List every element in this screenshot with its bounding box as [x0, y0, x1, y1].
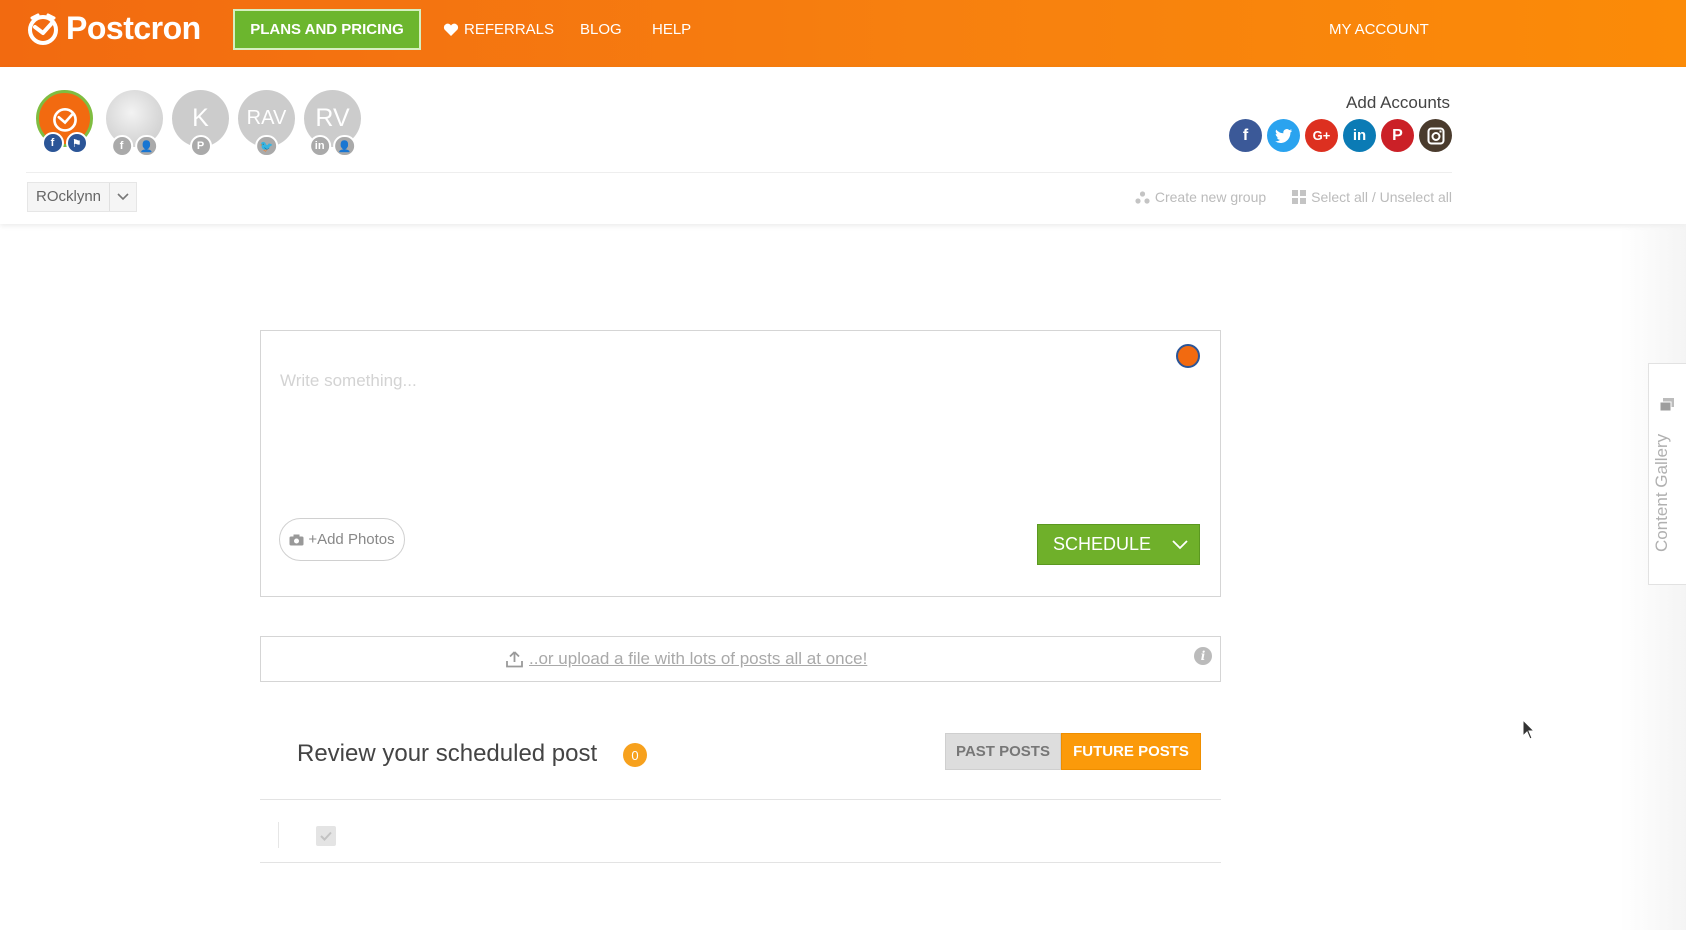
select-all-label: Select all / Unselect all [1311, 189, 1452, 205]
facebook-badge-icon: f [41, 132, 64, 154]
top-navigation-bar: Postcron PLANS AND PRICING REFERRALS BLO… [0, 0, 1686, 67]
chevron-down-icon[interactable] [1161, 539, 1199, 550]
linkedin-badge-icon: in [308, 135, 331, 157]
account-avatar-rav[interactable]: RAV 🐦 [238, 90, 295, 157]
google-plus-icon[interactable]: G+ [1305, 119, 1338, 152]
add-accounts-label: Add Accounts [1346, 93, 1450, 112]
accounts-panel: f ⚑ f 👤 K P RAV 🐦 RV in 👤 Add Accounts f [0, 67, 1686, 224]
post-composer[interactable]: Write something... +Add Photos SCHEDULE [260, 330, 1221, 597]
add-photos-button[interactable]: +Add Photos [279, 518, 405, 561]
scheduled-count-badge: 0 [623, 743, 647, 767]
avatar-network-badges: f 👤 [110, 135, 159, 157]
post-text-input[interactable]: Write something... [280, 371, 417, 391]
tab-past-posts[interactable]: PAST POSTS [945, 733, 1061, 770]
brand-name: Postcron [66, 10, 201, 46]
schedule-label: SCHEDULE [1053, 534, 1152, 554]
review-title: Review your scheduled post [297, 740, 598, 767]
account-avatar-rv[interactable]: RV in 👤 [304, 90, 361, 157]
review-divider [260, 862, 1221, 863]
postcron-logo[interactable]: Postcron [26, 10, 201, 47]
user-profile-icon: 👤 [332, 135, 357, 157]
pinterest-badge-icon: P [189, 135, 212, 157]
select-all-checkbox[interactable] [316, 826, 336, 846]
avatar-network-badges: P [189, 135, 212, 157]
facebook-badge-icon: f [110, 135, 133, 157]
heart-icon [443, 23, 459, 36]
group-icon [1135, 190, 1150, 204]
account-avatar-postcron[interactable]: f ⚑ [36, 90, 93, 154]
bulk-upload-label: ..or upload a file with lots of posts al… [529, 649, 868, 668]
account-avatar-photo[interactable]: f 👤 [106, 90, 163, 157]
group-selector[interactable]: ROcklynn [27, 182, 138, 212]
create-new-group-link[interactable]: Create new group [1135, 189, 1266, 205]
avatar-network-badges: in 👤 [308, 135, 357, 157]
selected-account-icon [1176, 344, 1200, 368]
avatar-network-badges: 🐦 [254, 135, 279, 157]
mouse-cursor-icon [1522, 719, 1536, 740]
page-flag-icon: ⚑ [65, 132, 88, 154]
blog-link[interactable]: BLOG [580, 21, 622, 38]
instagram-icon[interactable] [1419, 119, 1452, 152]
row-separator [278, 822, 279, 848]
linkedin-icon[interactable]: in [1343, 119, 1376, 152]
avatar-initials: RAV [246, 107, 287, 129]
avatar-network-badges: f ⚑ [41, 132, 88, 154]
camera-icon [289, 534, 304, 545]
tab-future-posts[interactable]: FUTURE POSTS [1061, 733, 1201, 770]
review-divider [260, 799, 1221, 800]
postcron-logo-icon [28, 13, 58, 45]
my-account-link[interactable]: MY ACCOUNT [1329, 21, 1429, 38]
accounts-divider [26, 172, 1452, 173]
bulk-upload-link[interactable]: ..or upload a file with lots of posts al… [506, 649, 867, 669]
group-actions: Create new group Select all / Unselect a… [1135, 189, 1452, 205]
help-link[interactable]: HELP [652, 21, 691, 38]
grid-icon [1292, 190, 1307, 204]
postcron-avatar-icon [52, 107, 77, 132]
referrals-link[interactable]: REFERRALS [443, 21, 554, 38]
bulk-upload-bar: ..or upload a file with lots of posts al… [260, 636, 1221, 682]
plans-and-pricing-button[interactable]: PLANS AND PRICING [233, 9, 421, 50]
pinterest-icon[interactable]: P [1381, 119, 1414, 152]
upload-icon [506, 650, 523, 667]
referrals-label: REFERRALS [464, 21, 555, 38]
info-icon[interactable]: i [1194, 647, 1212, 665]
facebook-icon[interactable]: f [1229, 119, 1262, 152]
twitter-badge-icon: 🐦 [254, 135, 279, 157]
schedule-button[interactable]: SCHEDULE [1037, 524, 1200, 565]
user-profile-icon: 👤 [134, 135, 159, 157]
twitter-icon[interactable] [1267, 119, 1300, 152]
add-photos-label: +Add Photos [308, 531, 395, 548]
chevron-down-icon[interactable] [110, 183, 136, 211]
select-all-link[interactable]: Select all / Unselect all [1292, 189, 1452, 205]
avatar-initials: K [192, 104, 209, 132]
create-new-group-label: Create new group [1154, 189, 1267, 205]
selected-group-name: ROcklynn [28, 183, 111, 211]
avatar-initials: RV [315, 104, 350, 132]
content-gallery-label: Content Gallery [1652, 433, 1671, 552]
checkmark-icon [320, 831, 332, 841]
social-network-buttons: f G+ in P [1229, 119, 1452, 152]
account-avatar-k[interactable]: K P [172, 90, 229, 157]
gallery-icon [1659, 398, 1674, 412]
